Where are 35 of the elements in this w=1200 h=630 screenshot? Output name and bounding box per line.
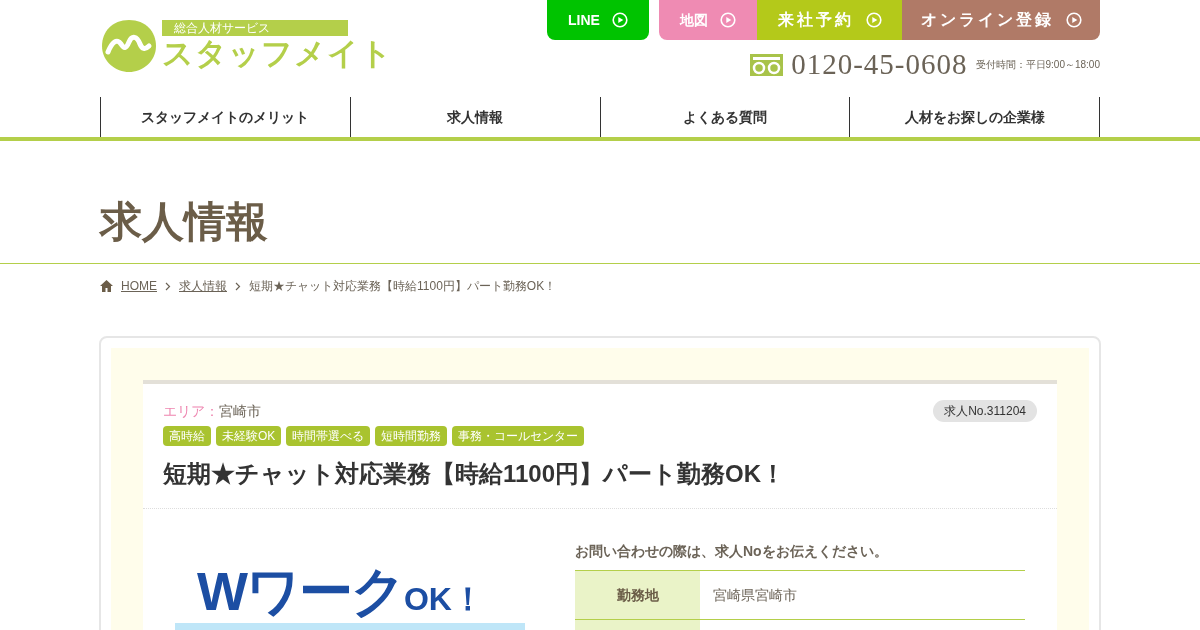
job-number-badge: 求人No.311204 — [933, 400, 1037, 422]
job-tag: 高時給 — [163, 426, 211, 446]
play-icon — [611, 12, 628, 28]
detail-label: 勤務地 — [575, 571, 700, 619]
logo-name: スタッフメイト — [162, 36, 393, 72]
header-button[interactable]: オンライン登録 — [902, 0, 1100, 40]
banner-headline: Wワーク — [197, 560, 404, 623]
nav-link[interactable]: 人材をお探しの企業様 — [850, 97, 1100, 137]
breadcrumb-link[interactable]: HOME — [121, 277, 157, 295]
nav-link[interactable]: スタッフメイトのメリット — [101, 97, 351, 137]
banner-suffix: OK！ — [403, 580, 484, 619]
job-tag: 短時間勤務 — [375, 426, 448, 446]
job-tag: 事務・コールセンター — [452, 426, 585, 446]
logo-tagline: 総合人材サービス — [162, 20, 348, 36]
area-line: エリア：宮崎市 — [163, 401, 261, 421]
nav-link[interactable]: よくある質問 — [600, 97, 851, 137]
play-icon — [865, 12, 882, 28]
chevron-icon — [165, 281, 171, 291]
page-title: 求人情報 — [100, 197, 269, 247]
job-title: 短期★チャット対応業務【時給1100円】パート勤務OK！ — [163, 459, 787, 489]
inquiry-notice: お問い合わせの際は、求人Noをお伝えください。 — [575, 542, 889, 561]
logo-mark-icon — [100, 18, 158, 74]
business-hours: 受付時間：平日9:00～18:00 — [975, 58, 1100, 72]
phone-number: 0120-45-0608 — [791, 50, 968, 79]
nav-link[interactable]: 求人情報 — [350, 97, 601, 137]
job-tag: 時間帯選べる — [286, 426, 371, 446]
chevron-icon — [235, 281, 241, 291]
play-icon — [720, 12, 736, 28]
play-icon — [1065, 12, 1082, 28]
free-dial-icon — [750, 53, 784, 76]
job-tag: 未経験OK — [216, 426, 282, 446]
breadcrumb-current: 短期★チャット対応業務【時給1100円】パート勤務OK！ — [249, 278, 557, 295]
home-icon — [100, 280, 113, 292]
breadcrumb-link[interactable]: 求人情報 — [179, 277, 227, 295]
detail-value: 宮崎県宮崎市 — [712, 585, 798, 605]
